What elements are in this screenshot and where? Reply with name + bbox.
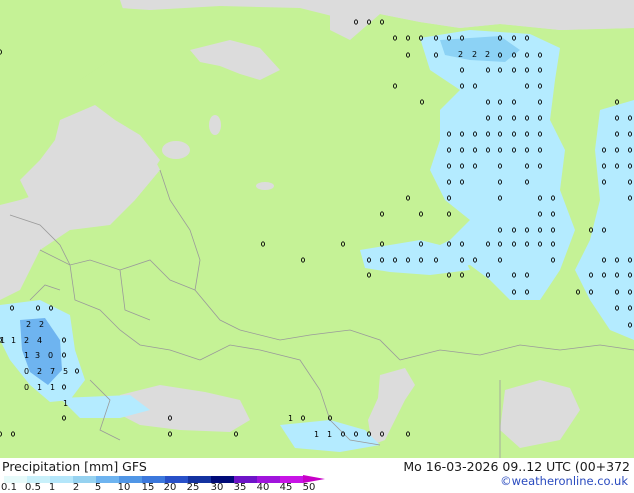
colorbar-tick-label: 50 (302, 482, 316, 493)
colorbar-tick-label: 40 (256, 482, 270, 493)
svg-text:0: 0 (24, 367, 29, 376)
svg-text:0: 0 (48, 351, 53, 360)
lake-onega (209, 115, 221, 135)
colorbar-tick-label: 45 (279, 482, 293, 493)
colorbar-tick-label: 30 (210, 482, 224, 493)
colorbar-tick-label: 5 (94, 482, 102, 493)
svg-text:1: 1 (11, 336, 16, 345)
svg-text:1: 1 (24, 351, 29, 360)
svg-text:1: 1 (0, 336, 5, 345)
map-title: Precipitation [mm] GFS (2, 459, 147, 474)
lake-small (256, 182, 274, 190)
map-canvas: 222 22 112 4 130 027 5 011 1 11 1 (0, 0, 634, 458)
svg-text:2: 2 (458, 50, 463, 59)
svg-text:4: 4 (37, 336, 42, 345)
svg-text:7: 7 (50, 367, 55, 376)
svg-text:1: 1 (63, 399, 68, 408)
svg-text:2: 2 (24, 336, 29, 345)
colorbar-tick-label: 25 (186, 482, 200, 493)
credit-link[interactable]: ©weatheronline.co.uk (500, 474, 628, 488)
svg-text:2: 2 (39, 320, 44, 329)
svg-text:2: 2 (26, 320, 31, 329)
svg-text:2: 2 (485, 50, 490, 59)
colorbar-tick-label: 20 (163, 482, 177, 493)
colorbar-tick-label: 15 (141, 482, 155, 493)
svg-text:1: 1 (327, 430, 332, 439)
svg-text:2: 2 (37, 367, 42, 376)
svg-text:1: 1 (288, 414, 293, 423)
colorbar-tick-label: 0.1 (1, 482, 17, 493)
svg-text:3: 3 (35, 351, 40, 360)
svg-text:1: 1 (314, 430, 319, 439)
colorbar-tick-label: 2 (72, 482, 80, 493)
map-footer: Precipitation [mm] GFS Mo 16-03-2026 09.… (0, 458, 634, 493)
lake-ladoga (162, 141, 190, 159)
colorbar-tick-label: 35 (233, 482, 247, 493)
svg-text:1: 1 (50, 383, 55, 392)
svg-text:5: 5 (63, 367, 68, 376)
svg-text:1: 1 (37, 383, 42, 392)
colorbar-tick-label: 1 (48, 482, 56, 493)
svg-text:0: 0 (24, 383, 29, 392)
precipitation-map: 222 22 112 4 130 027 5 011 1 111 (0, 0, 634, 458)
colorbar-tick-label: 0.5 (25, 482, 41, 493)
colorbar-tick-label: 10 (117, 482, 131, 493)
svg-text:2: 2 (472, 50, 477, 59)
forecast-time: Mo 16-03-2026 09..12 UTC (00+372 (403, 459, 630, 474)
